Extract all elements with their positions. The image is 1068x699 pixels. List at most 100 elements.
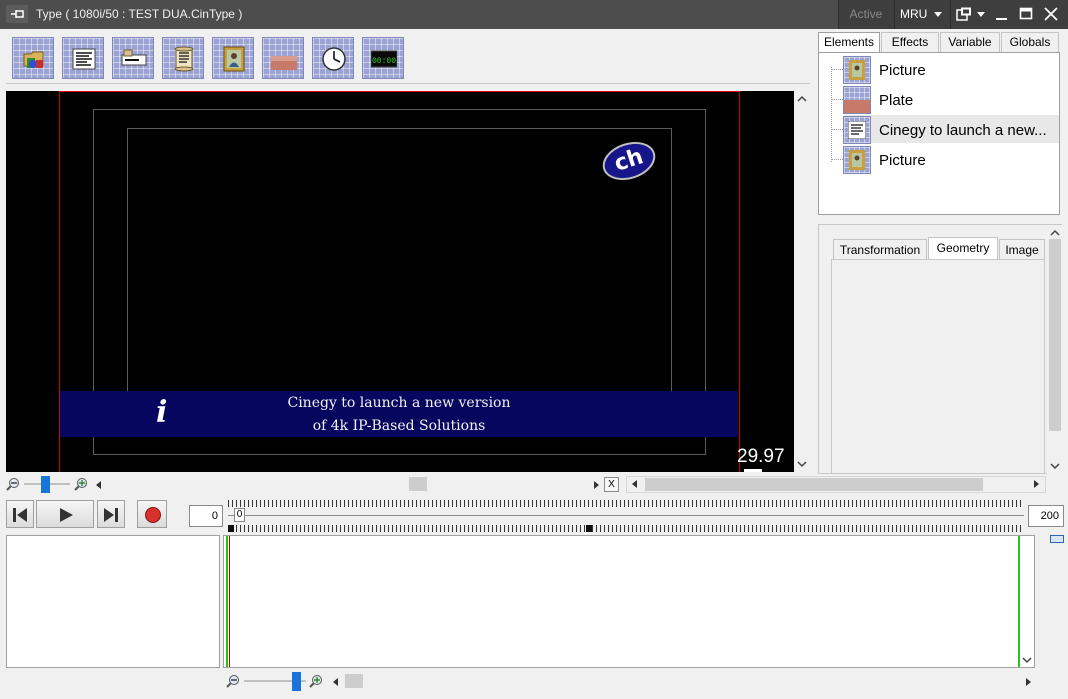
in-point-line [226,536,228,667]
safe-area-right-line [739,91,740,472]
plate-icon [843,86,871,114]
clock-icon [322,47,346,71]
scroll-down-icon[interactable] [1050,462,1060,470]
timeline-hscroll-thumb[interactable] [345,674,363,688]
preview-canvas[interactable]: ch i Cinegy to launch a new version of 4… [6,91,794,472]
zoom-in-icon[interactable] [309,674,323,688]
banner-line-1: Cinegy to launch a new version [287,395,511,411]
digital-clock-icon: 00:00 [371,50,397,68]
tab-globals[interactable]: Globals [1001,32,1059,52]
tab-transformation[interactable]: Transformation [833,239,927,259]
scroll-right-icon[interactable] [1026,678,1031,686]
zoom-thumb[interactable] [41,476,50,493]
tree-item-picture-2[interactable]: Picture [843,145,1059,174]
scroll-right-icon[interactable] [1034,480,1039,488]
timeline-zoom-bar [224,671,1044,693]
fps-underline [744,469,762,472]
chevron-down-icon[interactable] [934,12,942,17]
skip-back-button[interactable] [6,500,34,528]
folder-open-button[interactable] [12,37,54,79]
playhead-label[interactable]: 0 [234,508,245,522]
scroll-down-icon[interactable] [1022,656,1032,664]
text-block-icon [843,116,871,144]
preview-vertical-scrollbar[interactable] [794,91,810,472]
scroll-left-icon[interactable] [333,678,338,686]
tab-geometry[interactable]: Geometry [928,237,998,259]
mid-marker[interactable] [586,525,592,532]
picture-icon [843,56,871,84]
digital-clock-button[interactable]: 00:00 [362,37,404,79]
scroll-down-icon[interactable] [797,460,807,468]
action-safe-frame [127,128,672,436]
svg-text:00:00: 00:00 [372,57,396,66]
picture-icon [223,46,245,72]
zoom-in-icon[interactable] [74,477,88,491]
tab-variable[interactable]: Variable [940,32,1000,52]
title-bar: Type ( 1080i/50 : TEST DUA.CinType ) Act… [0,0,1068,29]
panel-tabs: Elements Effects Variable Globals [818,32,1062,52]
close-icon[interactable] [1043,6,1059,22]
plate-icon [271,56,297,70]
status-active: Active [849,7,883,21]
tab-elements[interactable]: Elements [818,32,880,52]
picture-button[interactable] [212,37,254,79]
element-toolbar: 00:00 [6,32,810,84]
skip-forward-icon [104,508,118,522]
maximize-icon[interactable] [1018,6,1034,22]
frame-rate-label: 29.97 [737,446,785,467]
safe-area-top-line [59,91,740,92]
scroll-up-icon[interactable] [797,95,807,103]
mru-button[interactable]: MRU [900,7,927,21]
minimize-icon[interactable] [993,6,1009,22]
record-icon [145,507,161,523]
timeline-ruler[interactable]: 0 [228,500,1024,532]
pin-icon[interactable] [6,5,28,23]
tree-item-plate[interactable]: Plate [843,85,1059,114]
zoom-out-icon[interactable] [226,674,240,688]
lower-third-banner[interactable]: i Cinegy to launch a new version of 4k I… [60,391,738,437]
zoom-out-icon[interactable] [6,477,20,491]
end-frame-input[interactable]: 200 [1028,505,1064,527]
scroll-left-icon[interactable] [632,480,637,488]
vscroll-thumb[interactable] [1049,239,1061,431]
tab-effects[interactable]: Effects [881,32,939,52]
text-block-icon [72,48,96,70]
hscroll-thumb[interactable] [645,478,983,491]
text-block-button[interactable] [62,37,104,79]
playhead-line [229,536,230,667]
timeline-track-area[interactable] [223,535,1035,668]
scroll-button[interactable] [162,37,204,79]
tab-image[interactable]: Image [999,239,1045,259]
banner-line-2: of 4k IP-Based Solutions [312,418,486,434]
transport-bar: 0 0 200 [0,496,1068,534]
close-preview-button[interactable]: X [604,477,619,492]
properties-panel: Transformation Geometry Image [818,224,1063,474]
play-button[interactable] [36,500,94,528]
layer-list[interactable] [6,535,220,668]
folder-open-icon [23,51,44,68]
expand-toggle[interactable] [1050,535,1064,543]
preview-hscroll-thumb[interactable] [409,477,427,491]
start-frame-input[interactable]: 0 [189,505,223,527]
zoom-thumb[interactable] [292,672,301,691]
ticker-icon [121,49,147,66]
elements-tree: Picture Plate Cinegy to launch a new... … [818,52,1060,215]
play-icon [60,508,73,522]
scroll-right-icon[interactable] [594,481,599,489]
scroll-left-icon[interactable] [96,481,101,489]
scroll-up-icon[interactable] [1050,229,1060,237]
plate-button[interactable] [262,37,304,79]
in-marker[interactable] [228,525,234,532]
record-button[interactable] [137,500,167,528]
properties-vertical-scrollbar[interactable] [1047,225,1063,474]
scroll-icon [174,46,194,72]
window-title: Type ( 1080i/50 : TEST DUA.CinType ) [36,7,243,21]
clock-button[interactable] [312,37,354,79]
chevron-down-icon[interactable] [977,12,985,17]
options-icon[interactable] [956,7,972,21]
properties-horizontal-scrollbar[interactable] [626,476,1046,493]
ticker-button[interactable] [112,37,154,79]
tree-item-text[interactable]: Cinegy to launch a new... [843,115,1059,144]
skip-forward-button[interactable] [97,500,125,528]
tree-item-picture[interactable]: Picture [843,55,1059,84]
